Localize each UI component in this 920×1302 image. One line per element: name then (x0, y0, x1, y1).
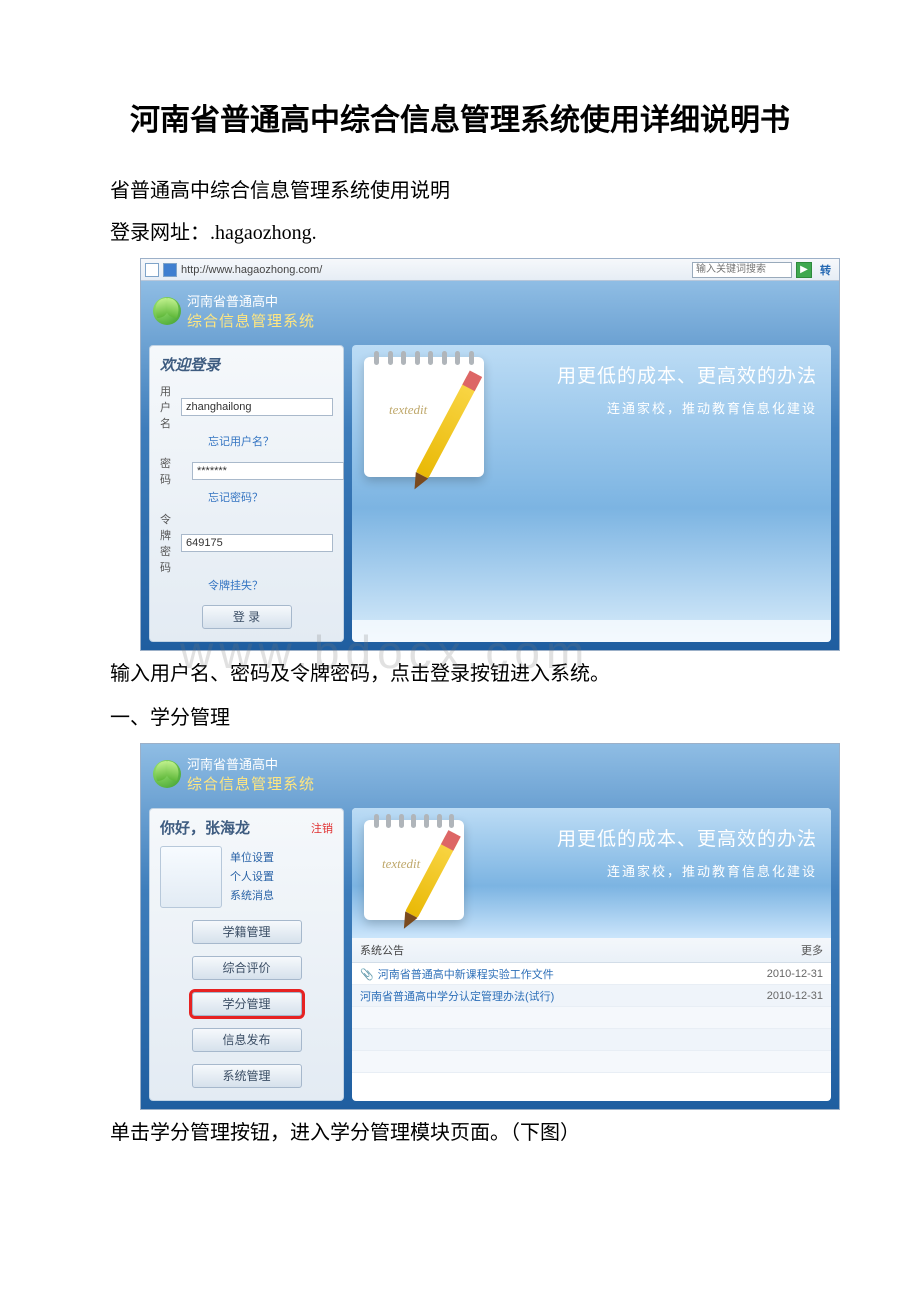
leaf-icon (153, 297, 181, 325)
token-input[interactable] (181, 534, 333, 552)
menu-xuefen[interactable]: 学分管理 (192, 992, 302, 1016)
slogan-line-2: 连通家校，推动教育信息化建设 (502, 398, 817, 417)
dashboard-banner: textedit 用更低的成本、更高效的办法 连通家校，推动教育信息化建设 (352, 808, 831, 938)
link-unit-settings[interactable]: 单位设置 (230, 849, 274, 865)
intro-para-1: 省普通高中综合信息管理系统使用说明 (70, 172, 850, 210)
notepad-text: textedit (389, 402, 427, 418)
announcement-heading: 系统公告 (360, 942, 404, 958)
announcement-title: 河南省普通高中新课程实验工作文件 (378, 969, 554, 981)
slogan-line-1: 用更低的成本、更高效的办法 (502, 361, 817, 388)
brand-line-2: 综合信息管理系统 (187, 773, 315, 794)
brand-line-2: 综合信息管理系统 (187, 310, 315, 331)
user-panel: 你好，张海龙 注销 单位设置 个人设置 系统消息 学籍管理 综合评价 学分管理 … (149, 808, 344, 1101)
notepad-text: textedit (382, 856, 420, 872)
watermark-text: www.bdocx.com (180, 625, 590, 679)
go-button[interactable]: ▶ (796, 262, 812, 278)
login-banner: textedit 用更低的成本、更高效的办法 连通家校，推动教育信息化建设 (352, 345, 831, 642)
after-credits-para: 单击学分管理按钮，进入学分管理模块页面。（下图） (70, 1114, 850, 1152)
announcement-row-empty (352, 1029, 831, 1051)
pencil-icon (416, 370, 482, 478)
announcement-row-empty (352, 1007, 831, 1029)
system-logo: 河南省普通高中 综合信息管理系统 (149, 752, 831, 800)
password-input[interactable] (192, 462, 344, 480)
screenshot-credits: 河南省普通高中 综合信息管理系统 你好，张海龙 注销 单位设置 个人设置 系统消… (140, 743, 840, 1110)
brand-line-1: 河南省普通高中 (187, 754, 315, 773)
notepad-illustration: textedit (364, 357, 484, 477)
login-panel-title: 欢迎登录 (160, 354, 333, 375)
announcement-more-link[interactable]: 更多 (801, 942, 823, 958)
leaf-icon (153, 760, 181, 788)
announcement-row[interactable]: 📎 河南省普通高中新课程实验工作文件 2010-12-31 (352, 963, 831, 985)
slogan-line-1: 用更低的成本、更高效的办法 (502, 824, 817, 851)
notepad-illustration: textedit (364, 820, 464, 920)
username-label: 用 户 名 (160, 383, 175, 431)
token-label: 令牌密码 (160, 511, 175, 575)
announcement-title: 河南省普通高中学分认定管理办法(试行) (360, 991, 554, 1003)
link-personal-settings[interactable]: 个人设置 (230, 868, 274, 884)
menu-xitong[interactable]: 系统管理 (192, 1064, 302, 1088)
announcement-date: 2010-12-31 (767, 968, 823, 980)
attachment-icon: 📎 (360, 969, 374, 981)
go-label[interactable]: 转 (816, 262, 835, 278)
menu-zonghe[interactable]: 综合评价 (192, 956, 302, 980)
pencil-icon (405, 830, 461, 918)
username-input[interactable] (181, 398, 333, 416)
ie-icon (163, 263, 177, 277)
keyword-search-input[interactable] (692, 262, 792, 278)
address-bar: http://www.hagaozhong.com/ ▶ 转 (141, 259, 839, 281)
hello-prefix: 你好， (160, 821, 205, 837)
user-name: 张海龙 (205, 821, 250, 837)
section-1-title: 一、学分管理 (70, 699, 850, 737)
login-panel: 欢迎登录 用 户 名 忘记用户名？ 密 码 忘记密码？ 令牌密码 令牌挂失？ 登… (149, 345, 344, 642)
announcement-date: 2010-12-31 (767, 990, 823, 1002)
system-logo: 河南省普通高中 综合信息管理系统 (149, 289, 831, 337)
url-text[interactable]: http://www.hagaozhong.com/ (181, 264, 481, 276)
doc-title: 河南省普通高中综合信息管理系统使用详细说明书 (70, 100, 850, 142)
brand-line-1: 河南省普通高中 (187, 291, 315, 310)
page-icon (145, 263, 159, 277)
menu-xinxi[interactable]: 信息发布 (192, 1028, 302, 1052)
forgot-password-link[interactable]: 忘记密码？ (208, 489, 333, 505)
slogan-line-2: 连通家校，推动教育信息化建设 (502, 861, 817, 880)
avatar (160, 846, 222, 908)
main-content: textedit 用更低的成本、更高效的办法 连通家校，推动教育信息化建设 系统… (352, 808, 831, 1101)
password-label: 密 码 (160, 455, 186, 487)
announcement-row-empty (352, 1051, 831, 1073)
menu-xueji[interactable]: 学籍管理 (192, 920, 302, 944)
screenshot-login: http://www.hagaozhong.com/ ▶ 转 河南省普通高中 综… (140, 258, 840, 651)
link-system-messages[interactable]: 系统消息 (230, 887, 274, 903)
intro-para-2: 登录网址：.hagaozhong. (70, 214, 850, 252)
token-lost-link[interactable]: 令牌挂失？ (208, 577, 333, 593)
logout-link[interactable]: 注销 (311, 820, 333, 836)
announcement-row[interactable]: 河南省普通高中学分认定管理办法(试行) 2010-12-31 (352, 985, 831, 1007)
forgot-username-link[interactable]: 忘记用户名？ (208, 433, 333, 449)
